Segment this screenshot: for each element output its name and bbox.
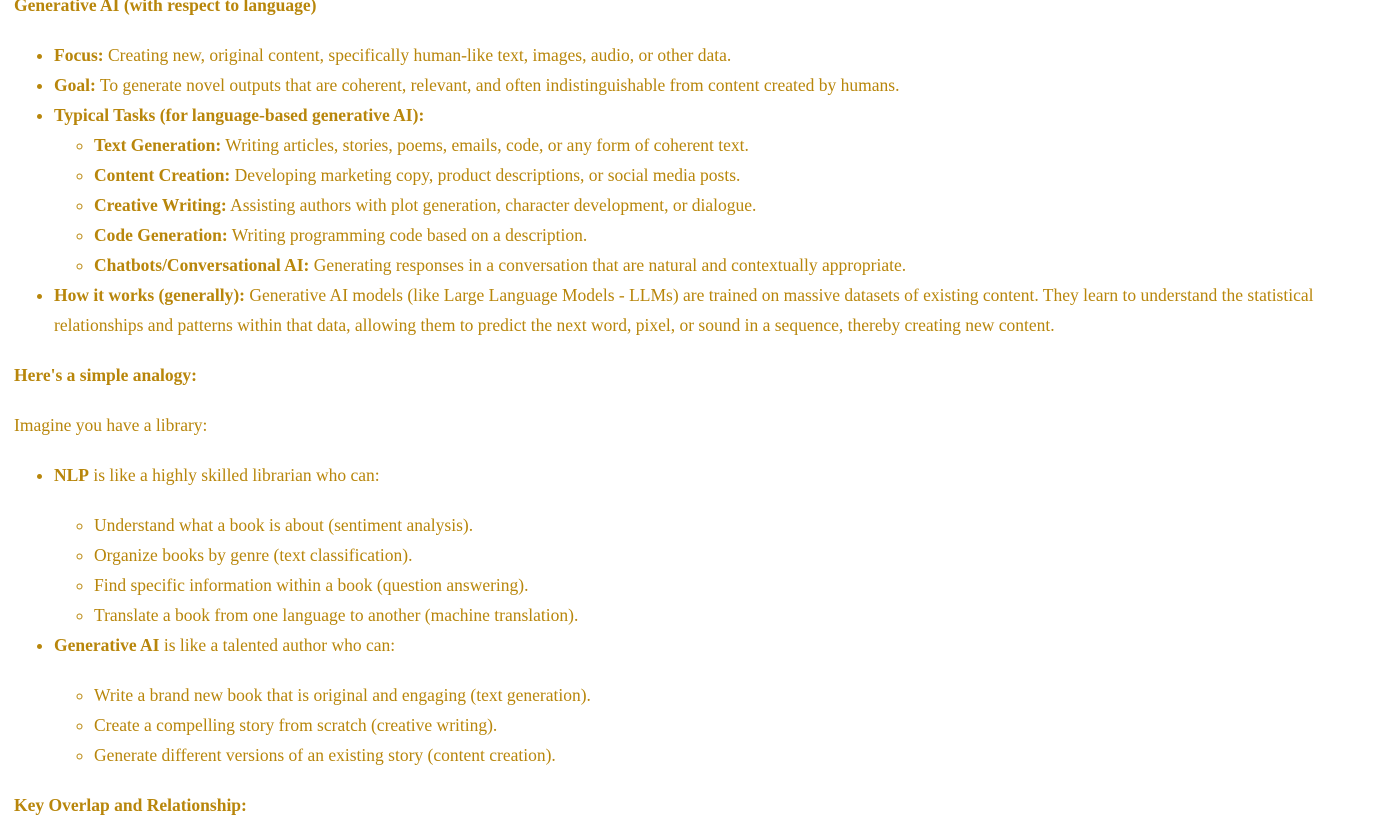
heading-text: Key Overlap and Relationship: <box>14 795 247 815</box>
sub-list: Understand what a book is about (sentime… <box>54 510 1358 630</box>
list-item: Translate a book from one language to an… <box>94 600 1358 630</box>
item-text: To generate novel outputs that are coher… <box>95 75 900 95</box>
item-label: Chatbots/Conversational AI: <box>94 255 310 275</box>
item-text: Generating responses in a conversation t… <box>309 255 907 275</box>
list-item: Find specific information within a book … <box>94 570 1358 600</box>
section-heading: Key Overlap and Relationship: <box>14 790 1358 817</box>
list-item: Focus: Creating new, original content, s… <box>54 40 1358 70</box>
list-item: Organize books by genre (text classifica… <box>94 540 1358 570</box>
list-item: Creative Writing: Assisting authors with… <box>94 190 1358 220</box>
heading-text: Here's a simple analogy: <box>14 365 197 385</box>
list-item: Chatbots/Conversational AI: Generating r… <box>94 250 1358 280</box>
section-heading: Here's a simple analogy: <box>14 360 1358 390</box>
item-label: Typical Tasks (for language-based genera… <box>54 105 425 125</box>
item-label: Goal: <box>54 75 96 95</box>
item-lead: Generative AI is like a talented author … <box>54 630 1358 660</box>
item-label: NLP <box>54 465 89 485</box>
tasks-list: Text Generation: Writing articles, stori… <box>54 130 1358 280</box>
item-label: Text Generation: <box>94 135 222 155</box>
item-text: is like a talented author who can: <box>159 635 396 655</box>
item-text: Assisting authors with plot generation, … <box>226 195 757 215</box>
list-item: Code Generation: Writing programming cod… <box>94 220 1358 250</box>
paragraph: Imagine you have a library: <box>14 415 208 435</box>
list-item: NLP is like a highly skilled librarian w… <box>54 460 1358 630</box>
list-item: How it works (generally): Generative AI … <box>54 280 1358 340</box>
list-item: Typical Tasks (for language-based genera… <box>54 100 1358 280</box>
list-item: Text Generation: Writing articles, stori… <box>94 130 1358 160</box>
heading-text: Generative AI (with respect to language) <box>14 0 317 15</box>
item-label: Generative AI <box>54 635 160 655</box>
item-text: Writing articles, stories, poems, emails… <box>221 135 749 155</box>
list-item: Generative AI is like a talented author … <box>54 630 1358 770</box>
analogy-list: NLP is like a highly skilled librarian w… <box>14 460 1358 770</box>
item-text: Creating new, original content, specific… <box>103 45 732 65</box>
sub-list: Write a brand new book that is original … <box>54 680 1358 770</box>
genai-list: Focus: Creating new, original content, s… <box>14 40 1358 340</box>
item-label: Focus: <box>54 45 104 65</box>
list-item: Write a brand new book that is original … <box>94 680 1358 710</box>
list-item: Understand what a book is about (sentime… <box>94 510 1358 540</box>
list-item: Generate different versions of an existi… <box>94 740 1358 770</box>
item-text: is like a highly skilled librarian who c… <box>89 465 380 485</box>
item-text: Writing programming code based on a desc… <box>227 225 588 245</box>
item-label: Content Creation: <box>94 165 231 185</box>
item-text: Developing marketing copy, product descr… <box>230 165 741 185</box>
item-lead: NLP is like a highly skilled librarian w… <box>54 460 1358 490</box>
list-item: Goal: To generate novel outputs that are… <box>54 70 1358 100</box>
item-label: Creative Writing: <box>94 195 227 215</box>
document: Generative AI (with respect to language)… <box>0 0 1378 817</box>
list-item: Content Creation: Developing marketing c… <box>94 160 1358 190</box>
item-label: How it works (generally): <box>54 285 246 305</box>
list-item: Create a compelling story from scratch (… <box>94 710 1358 740</box>
section-heading: Generative AI (with respect to language) <box>14 0 1358 20</box>
item-label: Code Generation: <box>94 225 228 245</box>
